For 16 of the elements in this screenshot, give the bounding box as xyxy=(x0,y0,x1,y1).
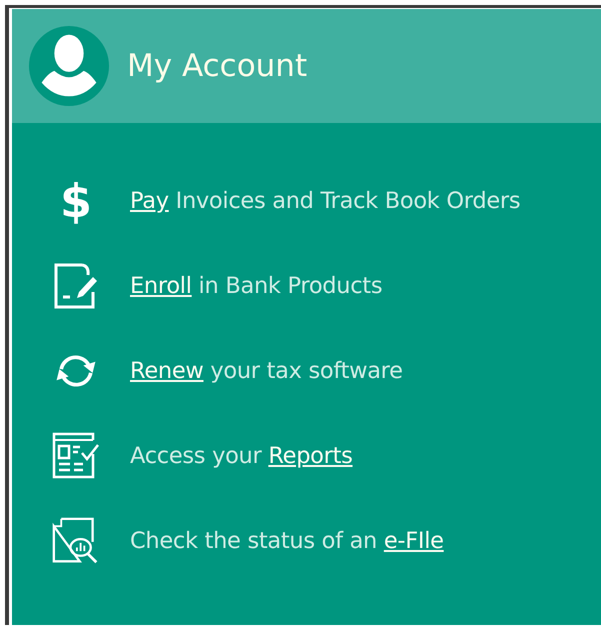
menu-item-text: Renew your tax software xyxy=(130,358,403,384)
link[interactable]: Reports xyxy=(268,442,353,468)
menu-item-text: Pay Invoices and Track Book Orders xyxy=(130,188,520,214)
report-icon xyxy=(52,432,100,480)
dollar-icon: $ xyxy=(60,178,92,224)
user-avatar-icon xyxy=(28,25,110,107)
menu-item-text: Access your Reports xyxy=(130,442,353,468)
magnifier-document-icon xyxy=(52,516,100,564)
link[interactable]: e-FIle xyxy=(384,528,444,554)
link[interactable]: Pay xyxy=(130,188,169,214)
menu-item-text: Enroll in Bank Products xyxy=(130,272,382,298)
document-pen-icon xyxy=(52,262,100,310)
link[interactable]: Renew xyxy=(130,358,204,384)
menu-item-text: Check the status of an e-FIle xyxy=(130,528,444,554)
link[interactable]: Enroll xyxy=(130,272,192,298)
panel-title: My Account xyxy=(127,48,308,84)
